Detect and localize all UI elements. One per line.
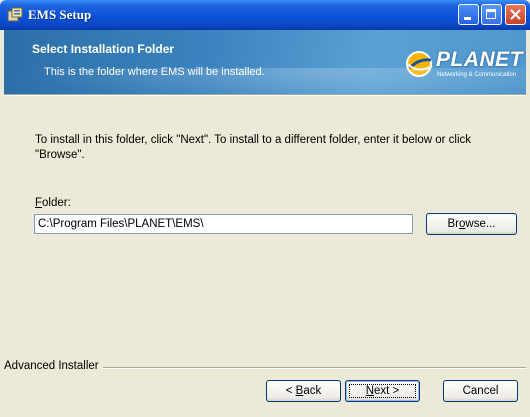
folder-label: Folder: bbox=[35, 197, 71, 209]
setup-window: EMS Setup Select Installation Folder Thi… bbox=[0, 0, 530, 417]
minimize-button[interactable] bbox=[458, 4, 479, 25]
browse-button[interactable]: Browse... bbox=[426, 213, 517, 235]
close-icon bbox=[510, 9, 521, 20]
installer-icon bbox=[7, 7, 23, 22]
folder-input[interactable] bbox=[34, 214, 413, 234]
back-label-pre: < bbox=[285, 385, 296, 397]
maximize-button[interactable] bbox=[481, 4, 502, 25]
folder-label-text: older: bbox=[42, 197, 71, 209]
back-button[interactable]: < Back bbox=[266, 380, 341, 402]
focus-rectangle bbox=[349, 384, 416, 398]
header-divider bbox=[4, 94, 526, 96]
title-bar[interactable]: EMS Setup bbox=[0, 0, 530, 30]
planet-globe-icon bbox=[406, 51, 433, 77]
window-title: EMS Setup bbox=[28, 7, 92, 22]
page-subtitle: This is the folder where EMS will be ins… bbox=[44, 66, 265, 78]
minimize-icon bbox=[464, 17, 471, 20]
maximize-icon bbox=[486, 9, 496, 19]
next-button[interactable]: Next > bbox=[345, 380, 420, 402]
browse-label-post: wse... bbox=[465, 218, 496, 230]
logo-wordmark: PLANET bbox=[436, 48, 523, 71]
header-banner: Select Installation Folder This is the f… bbox=[4, 30, 526, 94]
browse-label-pre: Br bbox=[447, 218, 460, 230]
installer-brand-row: Advanced Installer bbox=[4, 360, 526, 374]
instruction-text: To install in this folder, click "Next".… bbox=[35, 134, 471, 161]
page-title: Select Installation Folder bbox=[32, 42, 175, 56]
installer-brand: Advanced Installer bbox=[4, 360, 103, 372]
planet-logo: PLANET Networking & Communication bbox=[404, 48, 523, 82]
logo-tagline: Networking & Communication bbox=[437, 72, 517, 78]
cancel-button[interactable]: Cancel bbox=[443, 380, 518, 402]
close-button[interactable] bbox=[505, 4, 526, 25]
back-label-post: ack bbox=[303, 385, 322, 397]
folder-label-mnemonic: F bbox=[35, 197, 43, 209]
